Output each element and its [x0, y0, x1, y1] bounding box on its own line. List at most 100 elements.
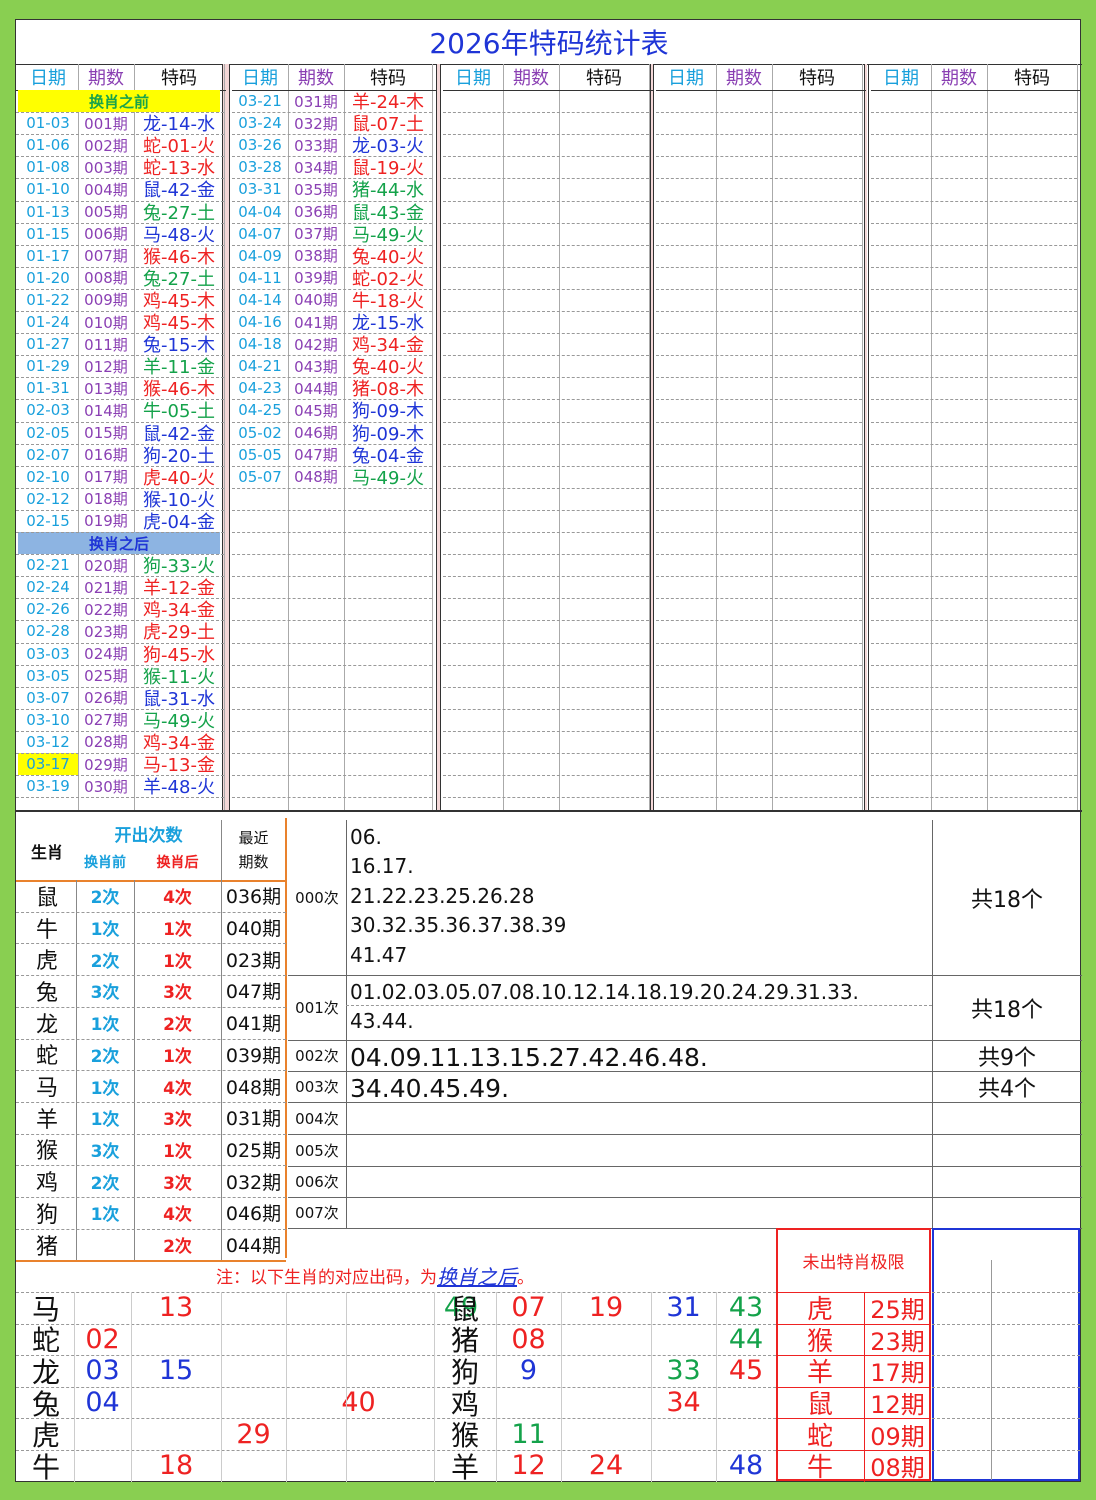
row-code: 兔-27-土 — [143, 202, 215, 223]
h-gridline — [871, 311, 1077, 312]
row-code: 狗-33-火 — [143, 556, 215, 577]
row-period: 036期 — [294, 203, 338, 222]
grid-zodiac: 龙 — [31, 1355, 60, 1387]
h-gridline — [932, 1323, 1080, 1325]
h-gridline — [443, 532, 649, 533]
h-gridline — [346, 1005, 932, 1006]
row-period: 025期 — [84, 667, 128, 686]
h-gridline — [232, 753, 432, 754]
h-gridline — [656, 222, 862, 224]
row-code: 牛-18-火 — [352, 290, 424, 311]
h-gridline — [232, 443, 432, 445]
h-gridline — [443, 178, 649, 180]
h-gridline — [443, 620, 649, 622]
row-period: 006期 — [84, 225, 128, 244]
row-date: 01-27 — [26, 335, 70, 354]
grid-number: 19 — [588, 1292, 624, 1324]
note-link[interactable]: 换肖之后 — [437, 1261, 517, 1290]
freq-numbers: 30.32.35.36.37.38.39 — [350, 913, 567, 938]
h-gridline — [16, 664, 224, 666]
row-date: 05-07 — [238, 467, 282, 486]
stat-zodiac: 羊 — [35, 1107, 58, 1133]
h-gridline — [288, 1102, 1082, 1103]
h-gridline — [656, 421, 862, 423]
h-gridline — [871, 134, 1077, 136]
stat-recent: 039期 — [225, 1044, 282, 1067]
row-period: 030期 — [84, 777, 128, 796]
row-period: 045期 — [294, 401, 338, 420]
h-gridline — [16, 911, 286, 913]
row-code: 狗-09-木 — [352, 401, 424, 422]
header-period: 期数 — [298, 68, 334, 89]
stat-zodiac: 牛 — [35, 917, 58, 943]
h-gridline — [232, 509, 432, 511]
freq-total — [932, 1166, 1082, 1197]
row-date: 01-15 — [26, 224, 70, 243]
h-gridline — [776, 1450, 931, 1451]
row-date: 03-10 — [26, 710, 70, 729]
row-date: 02-24 — [26, 578, 70, 597]
h-gridline — [16, 775, 224, 777]
grid-zodiac: 羊 — [450, 1450, 479, 1482]
stat-after: 4次 — [163, 1078, 192, 1099]
v-gridline — [131, 1292, 132, 1482]
row-date: 01-06 — [26, 136, 70, 155]
row-date: 05-02 — [238, 423, 282, 442]
h-gridline — [443, 730, 649, 732]
h-gridline — [443, 421, 649, 423]
v-gridline — [991, 1260, 992, 1480]
limit-title: 未出特肖极限 — [802, 1252, 905, 1273]
row-date: 02-05 — [26, 423, 70, 442]
h-gridline — [232, 775, 432, 777]
v-gridline — [559, 64, 560, 810]
row-period: 010期 — [84, 313, 128, 332]
h-gridline — [656, 112, 862, 114]
h-gridline — [16, 509, 224, 511]
h-gridline — [16, 156, 224, 158]
row-code: 猴-46-木 — [143, 379, 215, 400]
grid-number — [131, 1324, 221, 1356]
freq-numbers: 04.09.11.13.15.27.42.46.48. — [350, 1043, 708, 1072]
h-gridline — [656, 487, 862, 489]
row-code: 猪-44-水 — [352, 180, 424, 201]
header-date: 日期 — [30, 68, 66, 89]
v-gridline — [221, 1292, 222, 1482]
h-gridline — [871, 465, 1077, 467]
stat-zodiac: 鼠 — [35, 885, 58, 911]
stat-before: 3次 — [90, 1141, 120, 1162]
row-period: 043期 — [294, 357, 338, 376]
stat-recent: 025期 — [225, 1139, 282, 1162]
row-date: 04-07 — [238, 224, 282, 243]
h-gridline — [932, 1355, 1080, 1357]
h-gridline — [16, 421, 224, 423]
h-gridline — [656, 443, 862, 445]
h-gridline — [871, 576, 1077, 578]
h-gridline — [16, 443, 224, 445]
h-gridline — [16, 753, 224, 754]
grid-number — [286, 1292, 431, 1324]
grid-number — [74, 1418, 131, 1450]
h-gridline — [232, 686, 432, 688]
stat-zodiac: 兔 — [35, 980, 58, 1006]
row-period: 032期 — [294, 114, 338, 133]
grid-zodiac: 蛇 — [31, 1324, 60, 1356]
row-code: 马-49-火 — [352, 467, 424, 488]
header-code: 特码 — [586, 68, 622, 89]
limit-zodiac: 猴 — [806, 1326, 833, 1356]
grid-number: 12 — [511, 1450, 546, 1482]
row-code: 兔-27-土 — [143, 268, 215, 289]
h-gridline — [932, 1450, 1080, 1451]
freq-numbers: 43.44. — [350, 1009, 414, 1034]
grid-number: 48 — [728, 1450, 764, 1482]
h-gridline — [232, 244, 432, 246]
freq-label: 001次 — [295, 999, 339, 1017]
row-period: 020期 — [84, 556, 128, 575]
h-gridline — [16, 730, 224, 732]
h-gridline — [871, 797, 1077, 799]
stat-zodiac: 鸡 — [35, 1171, 58, 1197]
grid-number — [651, 1450, 716, 1482]
h-gridline — [232, 377, 432, 379]
stat-recent: 044期 — [225, 1235, 282, 1258]
limit-zodiac: 牛 — [806, 1453, 833, 1482]
row-period: 026期 — [84, 689, 128, 708]
